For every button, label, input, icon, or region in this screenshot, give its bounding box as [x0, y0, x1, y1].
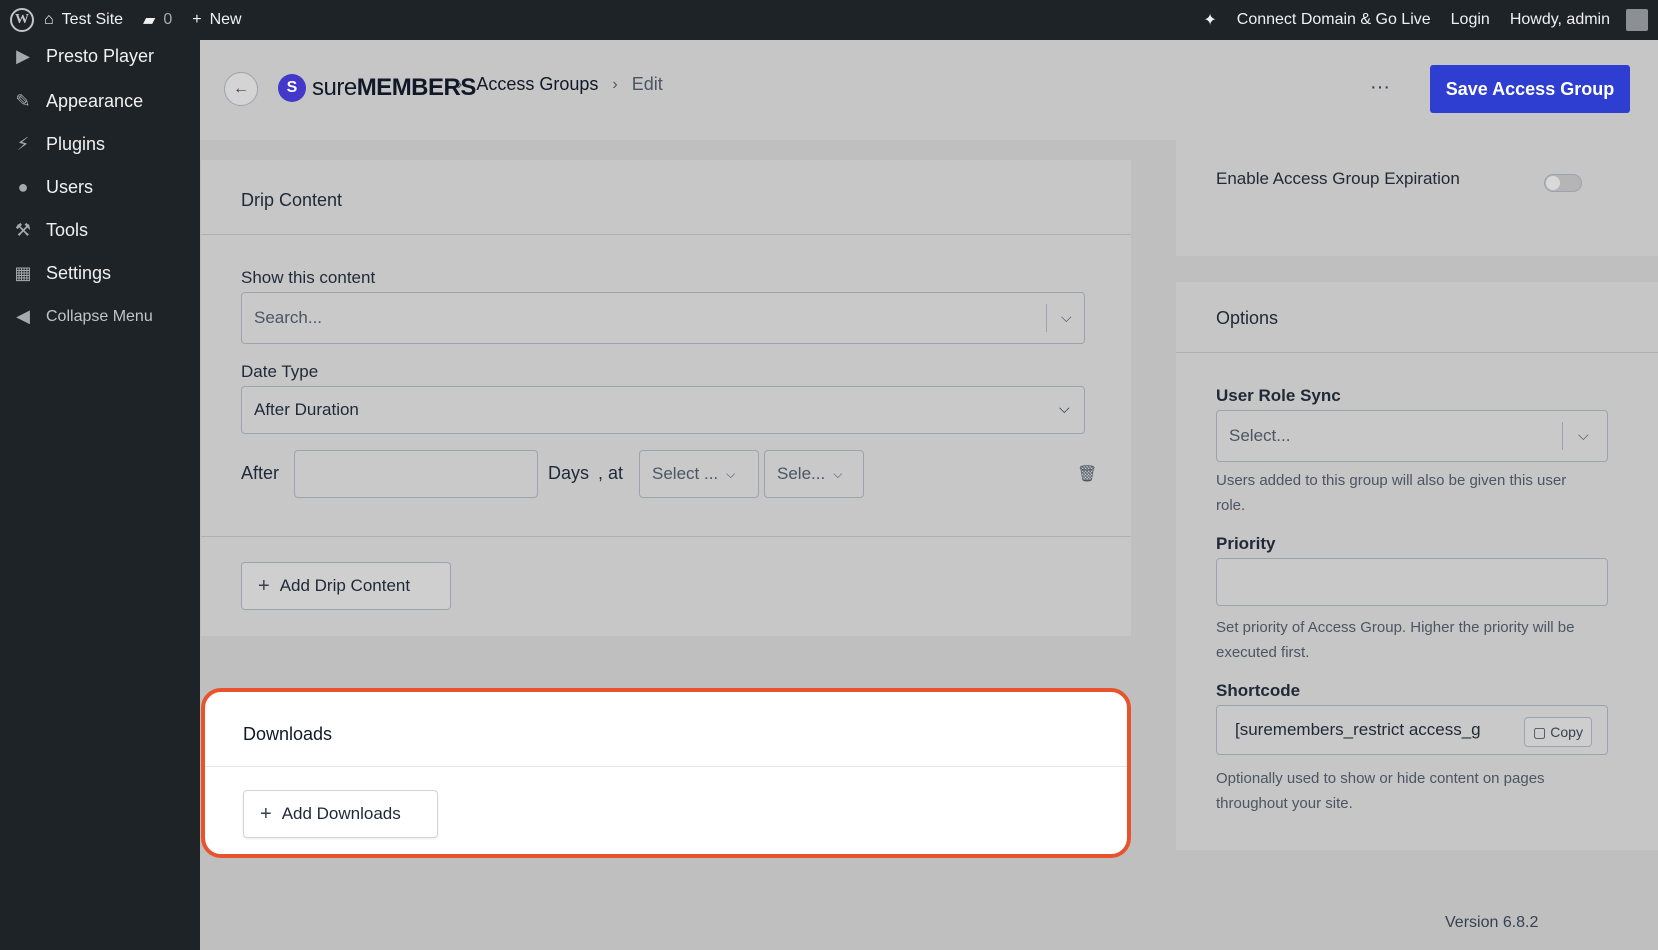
suremembers-logo-icon: S — [278, 74, 306, 102]
sidebar-item-settings[interactable]: ▦ Settings — [0, 252, 200, 295]
wordpress-logo-icon[interactable]: W — [10, 8, 34, 32]
play-icon: ▶ — [16, 45, 30, 66]
new-content-link[interactable]: + New — [182, 0, 251, 40]
at-label: , at — [598, 463, 624, 483]
plug-icon: ⚡ — [16, 134, 30, 154]
select-divider — [1562, 422, 1563, 450]
main-content: ← S sureMEMBERS ··· Save Access Group › … — [200, 40, 1658, 950]
downloads-card: Downloads + Add Downloads — [201, 688, 1131, 858]
comment-icon: ▰ — [143, 12, 156, 29]
divider — [201, 536, 1131, 537]
user-role-sync-help: Users added to this group will also be g… — [1216, 472, 1567, 514]
drip-content-title: Drip Content — [241, 190, 343, 210]
user-icon: ● — [17, 177, 29, 197]
collapse-menu-button[interactable]: ◀ Collapse Menu — [0, 295, 200, 338]
version-label: Version 6.8.2 — [1445, 914, 1539, 931]
suremembers-logo: S sureMEMBERS — [278, 74, 476, 102]
shortcode-label: Shortcode — [1216, 681, 1301, 700]
copy-shortcode-button[interactable]: ▢ Copy — [1524, 717, 1592, 747]
sidebar-item-presto-player[interactable]: ▶ Presto Player — [0, 40, 200, 72]
connect-domain-link[interactable]: Connect Domain & Go Live — [1227, 0, 1441, 40]
expiration-card: Enable Access Group Expiration — [1176, 130, 1658, 256]
breadcrumb: › Access Groups › Edit — [457, 74, 663, 95]
hour-select[interactable]: Select ... ⌵ — [639, 450, 759, 498]
save-access-group-button[interactable]: Save Access Group — [1430, 65, 1630, 113]
sidebar-item-plugins[interactable]: ⚡ Plugins — [0, 123, 200, 166]
home-icon: ⌂ — [44, 11, 54, 28]
shortcode-field[interactable]: [suremembers_restrict access_g ▢ Copy — [1216, 705, 1608, 755]
divider — [201, 234, 1131, 235]
chevron-right-icon: › — [457, 75, 463, 93]
admin-sidebar: ▶ Presto Player ✎ Appearance ⚡ Plugins ●… — [0, 40, 200, 950]
divider — [1176, 352, 1658, 353]
settings-icon: ▦ — [14, 263, 32, 283]
sidebar-item-appearance[interactable]: ✎ Appearance — [0, 80, 200, 123]
sparkle-icon[interactable]: ✦ — [1193, 0, 1226, 40]
breadcrumb-edit: Edit — [631, 74, 663, 94]
clipboard-icon: ▢ — [1533, 723, 1547, 740]
shortcode-help: Optionally used to show or hide content … — [1216, 770, 1545, 812]
breadcrumb-access-groups[interactable]: Access Groups — [476, 74, 598, 95]
date-type-label: Date Type — [241, 362, 319, 381]
options-title: Options — [1216, 308, 1279, 328]
plus-icon: + — [260, 802, 272, 825]
add-downloads-button[interactable]: + Add Downloads — [243, 790, 438, 838]
brush-icon: ✎ — [15, 91, 31, 111]
admin-bar: W ⌂ Test Site ▰ 0 + New ✦ Connect Domain… — [0, 0, 1658, 40]
more-options-button[interactable]: ··· — [1370, 76, 1390, 99]
divider — [205, 766, 1127, 767]
content-search-select[interactable]: Search... — [241, 292, 1085, 344]
downloads-title: Downloads — [243, 724, 333, 744]
expiration-toggle[interactable] — [1544, 174, 1582, 192]
avatar — [1626, 9, 1648, 31]
sidebar-item-users[interactable]: ● Users — [0, 166, 200, 209]
priority-input[interactable] — [1216, 558, 1608, 606]
sidebar-item-tools[interactable]: ⚒ Tools — [0, 209, 200, 252]
show-content-label: Show this content — [241, 268, 376, 287]
options-card: Options User Role Sync Select... ⌵ Users… — [1176, 282, 1658, 850]
comments-link[interactable]: ▰ 0 — [133, 0, 182, 40]
account-menu[interactable]: Howdy, admin — [1500, 0, 1658, 40]
expiration-label: Enable Access Group Expiration — [1216, 169, 1460, 188]
comments-count: 0 — [163, 11, 173, 28]
minute-select[interactable]: Sele... ⌵ — [764, 450, 864, 498]
days-label: Days — [548, 463, 590, 483]
priority-label: Priority — [1216, 534, 1276, 553]
arrow-left-icon: ← — [233, 80, 249, 97]
duration-days-input[interactable] — [294, 450, 538, 498]
after-label: After — [241, 463, 280, 483]
wrench-icon: ⚒ — [14, 220, 32, 240]
site-name-link[interactable]: ⌂ Test Site — [34, 0, 133, 40]
chevron-down-icon: ⌵ — [1059, 400, 1070, 416]
drip-content-card: Drip Content Show this content Search...… — [201, 160, 1131, 636]
plus-icon: + — [258, 574, 270, 597]
back-button[interactable]: ← — [224, 72, 258, 106]
chevron-down-icon: ⌵ — [833, 466, 843, 481]
chevron-down-icon[interactable]: ⌵ — [1061, 309, 1072, 326]
priority-help: Set priority of Access Group. Higher the… — [1216, 619, 1575, 661]
trash-icon[interactable]: 🗑 — [1077, 464, 1097, 484]
chevron-right-icon: › — [612, 75, 618, 93]
login-link[interactable]: Login — [1441, 0, 1500, 40]
collapse-icon: ◀ — [16, 306, 30, 326]
plus-icon: + — [192, 11, 202, 28]
chevron-down-icon[interactable]: ⌵ — [1578, 427, 1589, 444]
user-role-sync-label: User Role Sync — [1216, 386, 1341, 405]
select-divider — [1046, 304, 1047, 332]
user-role-sync-select[interactable]: Select... — [1216, 410, 1608, 462]
editor-header: ← S sureMEMBERS ··· Save Access Group — [200, 40, 1658, 140]
add-drip-content-button[interactable]: + Add Drip Content — [241, 562, 451, 610]
chevron-down-icon: ⌵ — [726, 466, 736, 481]
date-type-select[interactable]: After Duration — [241, 386, 1085, 434]
